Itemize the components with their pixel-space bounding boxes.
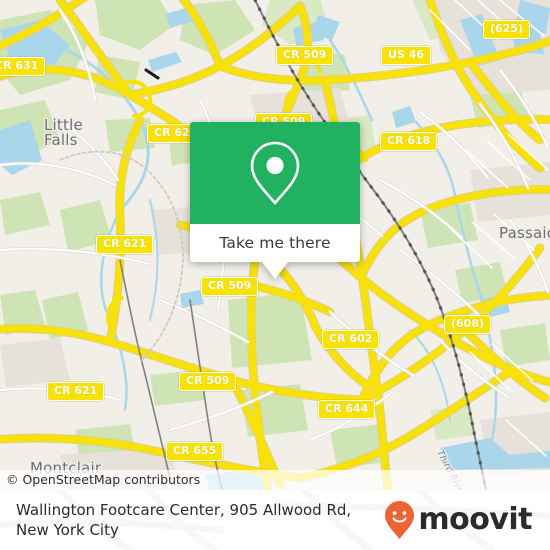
moovit-map-screenshot: .land { fill:#f2efe9; } .green { fill:#c… bbox=[0, 0, 550, 550]
road-shield[interactable]: (625) bbox=[483, 20, 531, 39]
moovit-smiley-pin-icon bbox=[385, 501, 415, 539]
road-shield[interactable]: CR 631 bbox=[0, 57, 46, 76]
road-shield[interactable]: CR 602 bbox=[322, 330, 380, 349]
road-shield[interactable]: CR 618 bbox=[380, 132, 438, 151]
page-title: Wallington Footcare Center, 905 Allwood … bbox=[16, 501, 352, 539]
moovit-logo[interactable]: moovit bbox=[383, 500, 536, 540]
location-callout-card[interactable]: Take me there bbox=[190, 122, 360, 279]
moovit-wordmark: moovit bbox=[418, 502, 532, 537]
take-me-there-label: Take me there bbox=[219, 234, 331, 252]
road-shield[interactable]: CR 621 bbox=[47, 382, 105, 401]
callout-header bbox=[190, 122, 360, 224]
map-pin-icon bbox=[250, 141, 300, 206]
callout-pointer bbox=[262, 262, 288, 279]
road-shield[interactable]: CR 644 bbox=[318, 400, 376, 419]
road-shield[interactable]: CR 655 bbox=[166, 442, 224, 461]
road-shield[interactable]: CR 621 bbox=[96, 235, 154, 254]
road-shield[interactable]: CR 509 bbox=[201, 277, 259, 296]
road-shield[interactable]: (608) bbox=[444, 315, 492, 334]
footer-bar: Wallington Footcare Center, 905 Allwood … bbox=[0, 490, 550, 550]
road-shield[interactable]: US 46 bbox=[381, 46, 431, 65]
callout-action[interactable]: Take me there bbox=[190, 224, 360, 262]
road-shield[interactable]: CR 509 bbox=[276, 46, 334, 65]
road-shield[interactable]: CR 509 bbox=[179, 372, 237, 391]
osm-attribution: © OpenStreetMap contributors bbox=[0, 470, 550, 490]
